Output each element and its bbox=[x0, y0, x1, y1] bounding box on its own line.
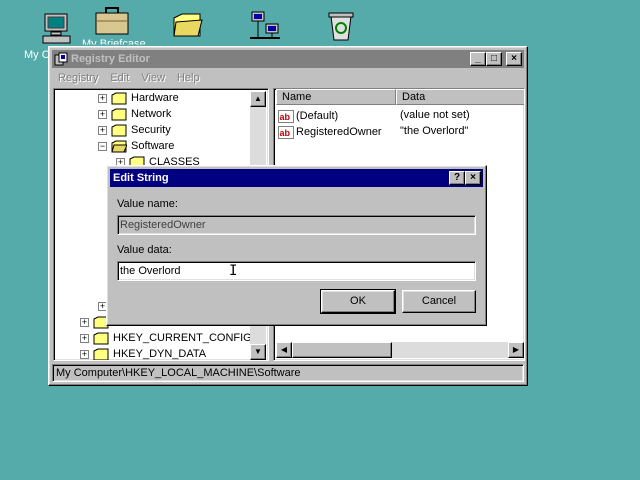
expand-icon[interactable]: + bbox=[98, 93, 107, 103]
menu-help[interactable]: Help bbox=[171, 72, 206, 84]
column-header-data[interactable]: Data bbox=[396, 89, 524, 105]
tree-item-label: Security bbox=[131, 124, 171, 136]
folder-icon bbox=[111, 124, 127, 136]
folder-icon[interactable] bbox=[172, 10, 204, 38]
edit-string-dialog: Edit String ? × Value name: RegisteredOw… bbox=[106, 165, 487, 326]
minimize-button[interactable]: _ bbox=[470, 52, 486, 66]
edit-string-titlebar[interactable]: Edit String ? × bbox=[110, 169, 483, 187]
cancel-button[interactable]: Cancel bbox=[402, 290, 476, 313]
tree-item-software[interactable]: − Software bbox=[98, 138, 174, 154]
value-data: (value not set) bbox=[400, 109, 470, 121]
my-briefcase-icon[interactable] bbox=[94, 6, 130, 36]
svg-text:ab: ab bbox=[280, 112, 291, 122]
scroll-right-arrow-icon[interactable]: ▶ bbox=[508, 342, 524, 358]
status-bar: My Computer\HKEY_LOCAL_MACHINE\Software bbox=[52, 364, 524, 382]
string-value-icon: ab bbox=[278, 125, 294, 139]
expand-icon[interactable]: + bbox=[98, 125, 107, 135]
tree-item-label: HKEY_DYN_DATA bbox=[113, 348, 207, 360]
expand-icon[interactable]: + bbox=[80, 333, 89, 343]
tree-item-security[interactable]: + Security bbox=[98, 122, 171, 138]
folder-icon bbox=[111, 108, 127, 120]
folder-icon bbox=[111, 92, 127, 104]
tree-item-hkey-current-config[interactable]: + HKEY_CURRENT_CONFIG bbox=[80, 330, 252, 346]
ibeam-cursor-icon: I bbox=[229, 263, 238, 279]
column-header-name[interactable]: Name bbox=[276, 89, 396, 105]
dialog-close-button[interactable]: × bbox=[465, 171, 481, 185]
expand-icon[interactable]: + bbox=[98, 109, 107, 119]
scroll-left-arrow-icon[interactable]: ◀ bbox=[276, 342, 292, 358]
registry-app-icon bbox=[54, 52, 68, 66]
string-value-icon: ab bbox=[278, 109, 294, 123]
value-data-label: Value data: bbox=[117, 244, 172, 256]
tree-item-label: Software bbox=[131, 140, 175, 152]
tree-item-label: HKEY_CURRENT_CONFIG bbox=[113, 332, 252, 344]
help-button[interactable]: ? bbox=[449, 171, 465, 185]
folder-icon bbox=[93, 348, 109, 360]
tree-item-label: Hardware bbox=[131, 92, 179, 104]
svg-text:ab: ab bbox=[280, 128, 291, 138]
value-data-input[interactable]: the Overlord bbox=[117, 261, 476, 281]
values-horizontal-scrollbar[interactable]: ◀ ▶ bbox=[276, 342, 524, 358]
value-name-field: RegisteredOwner bbox=[117, 215, 476, 235]
network-icon[interactable] bbox=[248, 10, 282, 42]
value-name-label: Value name: bbox=[117, 198, 178, 210]
menu-edit[interactable]: Edit bbox=[104, 72, 135, 84]
folder-icon bbox=[93, 332, 109, 344]
my-computer-icon[interactable] bbox=[42, 12, 72, 44]
tree-item-network[interactable]: + Network bbox=[98, 106, 171, 122]
scroll-thumb[interactable] bbox=[292, 342, 392, 358]
registry-editor-titlebar[interactable]: Registry Editor _ □ × bbox=[52, 50, 524, 68]
menu-registry[interactable]: Registry bbox=[52, 72, 104, 84]
open-folder-icon bbox=[111, 140, 127, 152]
value-row-registeredowner[interactable]: ab RegisteredOwner bbox=[278, 124, 382, 140]
expand-icon[interactable]: + bbox=[80, 317, 89, 327]
scroll-down-arrow-icon[interactable]: ▼ bbox=[250, 344, 266, 360]
tree-item-hkey-dyn-data[interactable]: + HKEY_DYN_DATA bbox=[80, 346, 207, 360]
ok-button[interactable]: OK bbox=[320, 289, 396, 314]
expand-icon[interactable]: + bbox=[80, 349, 89, 359]
collapse-icon[interactable]: − bbox=[98, 141, 107, 151]
value-name: RegisteredOwner bbox=[296, 126, 382, 138]
tree-item-hardware[interactable]: + Hardware bbox=[98, 90, 179, 106]
value-row-default[interactable]: ab (Default) bbox=[278, 108, 338, 124]
dialog-title: Edit String bbox=[113, 172, 169, 184]
value-name: (Default) bbox=[296, 110, 339, 122]
tree-item-label: Network bbox=[131, 108, 172, 120]
recycle-bin-icon[interactable] bbox=[326, 10, 356, 42]
value-data: "the Overlord" bbox=[400, 125, 469, 137]
scroll-up-arrow-icon[interactable]: ▲ bbox=[250, 91, 266, 107]
maximize-button[interactable]: □ bbox=[486, 52, 502, 66]
window-title: Registry Editor bbox=[71, 53, 150, 65]
close-button[interactable]: × bbox=[506, 52, 522, 66]
menu-bar: Registry Edit View Help bbox=[52, 69, 524, 87]
menu-view[interactable]: View bbox=[135, 72, 171, 84]
